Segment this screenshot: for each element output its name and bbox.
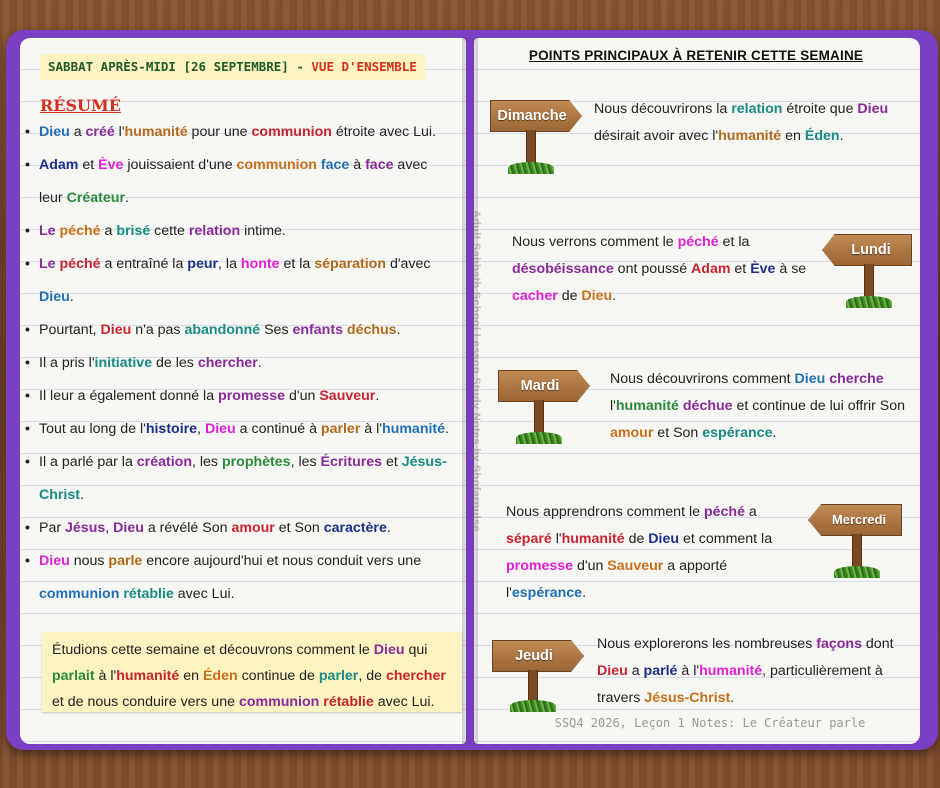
list-item: Le péché a entraîné la peur, la honte et… [22,248,452,314]
summary-list: Dieu a créé l'humanité pour une communio… [22,116,452,611]
list-item: Il a parlé par la création, les prophète… [22,446,452,512]
page-footer: SSQ4 2026, Leçon 1 Notes: Le Créateur pa… [554,716,866,730]
callout-text: Étudions cette semaine et découvrons com… [52,642,446,710]
sign-board: Mardi [498,370,590,402]
list-item: Dieu a créé l'humanité pour une communio… [22,116,452,149]
summary-heading: RÉSUMÉ [40,96,121,115]
list-item: Il leur a également donné la promesse d'… [22,380,452,413]
day-text-jeudi: Nous explorerons les nombreuses façons d… [597,636,894,706]
list-item: Tout au long de l'histoire, Dieu a conti… [22,413,452,446]
signpost-mardi: Mardi [498,370,590,446]
watermark-text: Adult Sabbath School Lesson Study Notes … [470,210,482,532]
title-main: SABBAT APRÈS-MIDI [26 SEPTEMBRE] - [48,59,312,74]
sign-board: Dimanche [490,100,582,132]
list-item: Il a pris l'initiative de les chercher. [22,347,452,380]
right-page-title: POINTS PRINCIPAUX À RETENIR CETTE SEMAIN… [528,48,864,63]
day-text-mardi: Nous découvrirons comment Dieu cherche l… [610,371,906,441]
list-item: Par Jésus, Dieu a révélé Son amour et So… [22,512,452,545]
signpost-dimanche: Dimanche [490,100,582,176]
signpost-lundi: Lundi [822,234,912,310]
title-accent: VUE D'ENSEMBLE [311,59,417,74]
day-text-dimanche: Nous découvrirons la relation étroite qu… [594,101,889,144]
left-page-title: SABBAT APRÈS-MIDI [26 SEPTEMBRE] - VUE D… [40,54,425,80]
day-text-mercredi: Nous apprendrons comment le péché a sépa… [506,504,773,601]
list-item: Adam et Ève jouissaient d'une communion … [22,149,452,215]
signpost-mercredi: Mercredi [808,504,902,580]
sign-board: Lundi [822,234,912,266]
day-text-lundi: Nous verrons comment le péché et la déso… [512,234,807,304]
signpost-jeudi: Jeudi [492,640,584,714]
sign-board: Mercredi [808,504,902,536]
list-item: Le péché a brisé cette relation intime. [22,215,452,248]
list-item: Dieu nous parle encore aujourd'hui et no… [22,545,452,611]
sign-board: Jeudi [492,640,584,672]
list-item: Pourtant, Dieu n'a pas abandonné Ses enf… [22,314,452,347]
weekly-callout: Étudions cette semaine et découvrons com… [42,632,462,712]
